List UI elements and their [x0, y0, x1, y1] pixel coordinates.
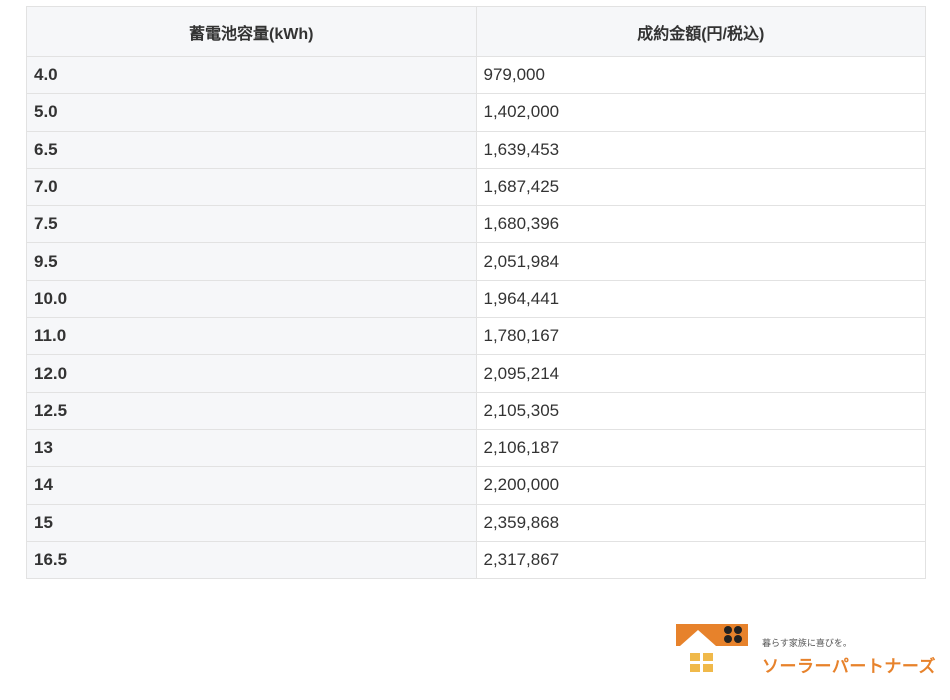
logo-name: ソーラーパートナーズ	[762, 657, 936, 676]
price-cell: 2,200,000	[475, 466, 926, 505]
capacity-cell: 5.0	[26, 93, 477, 132]
table-body: 4.0 979,000 5.0 1,402,000 6.5 1,639,453 7.0 1,6…	[26, 55, 926, 580]
solar-partners-logo: 暮らす家族に喜びを。 ソーラーパートナーズ	[676, 624, 936, 678]
price-cell: 2,095,214	[475, 354, 926, 393]
header-price: 成約金額(円/税込)	[475, 6, 926, 57]
table-row: 14 2,200,000	[26, 466, 926, 505]
table-row: 10.0 1,964,441	[26, 279, 926, 319]
price-cell: 2,317,867	[475, 540, 926, 580]
capacity-cell: 4.0	[26, 55, 477, 95]
table-row: 7.5 1,680,396	[26, 205, 926, 244]
capacity-cell: 6.5	[26, 130, 477, 169]
price-cell: 2,359,868	[475, 503, 926, 542]
price-cell: 2,105,305	[475, 391, 926, 430]
capacity-cell: 15	[26, 503, 477, 542]
house-window-icon	[690, 653, 713, 672]
capacity-cell: 16.5	[26, 540, 477, 580]
capacity-cell: 13	[26, 428, 477, 468]
header-capacity: 蓄電池容量(kWh)	[26, 6, 477, 57]
price-table: 蓄電池容量(kWh) 成約金額(円/税込) 4.0 979,000 5.0 1,402…	[26, 6, 926, 580]
capacity-cell: 14	[26, 466, 477, 505]
table-row: 4.0 979,000	[26, 55, 926, 95]
capacity-cell: 10.0	[26, 279, 477, 319]
table-row: 9.5 2,051,984	[26, 242, 926, 281]
table-row: 16.5 2,317,867	[26, 540, 926, 580]
table-header-row: 蓄電池容量(kWh) 成約金額(円/税込)	[26, 6, 926, 57]
price-table-container: 蓄電池容量(kWh) 成約金額(円/税込) 4.0 979,000 5.0 1,402…	[26, 6, 926, 580]
price-cell: 979,000	[475, 55, 926, 95]
table-row: 12.0 2,095,214	[26, 354, 926, 393]
capacity-cell: 7.5	[26, 205, 477, 244]
table-row: 11.0 1,780,167	[26, 317, 926, 356]
price-cell: 1,402,000	[475, 93, 926, 132]
price-cell: 2,106,187	[475, 428, 926, 468]
capacity-cell: 7.0	[26, 167, 477, 207]
table-row: 13 2,106,187	[26, 428, 926, 468]
table-row: 5.0 1,402,000	[26, 93, 926, 132]
house-roof-icon	[676, 624, 748, 646]
capacity-cell: 9.5	[26, 242, 477, 281]
capacity-cell: 12.5	[26, 391, 477, 430]
table-row: 15 2,359,868	[26, 503, 926, 542]
price-cell: 2,051,984	[475, 242, 926, 281]
price-cell: 1,964,441	[475, 279, 926, 319]
capacity-cell: 12.0	[26, 354, 477, 393]
price-cell: 1,680,396	[475, 205, 926, 244]
table-row: 7.0 1,687,425	[26, 167, 926, 207]
table-row: 12.5 2,105,305	[26, 391, 926, 430]
table-row: 6.5 1,639,453	[26, 130, 926, 169]
price-cell: 1,639,453	[475, 130, 926, 169]
logo-tagline: 暮らす家族に喜びを。	[762, 638, 852, 648]
capacity-cell: 11.0	[26, 317, 477, 356]
price-cell: 1,687,425	[475, 167, 926, 207]
price-cell: 1,780,167	[475, 317, 926, 356]
